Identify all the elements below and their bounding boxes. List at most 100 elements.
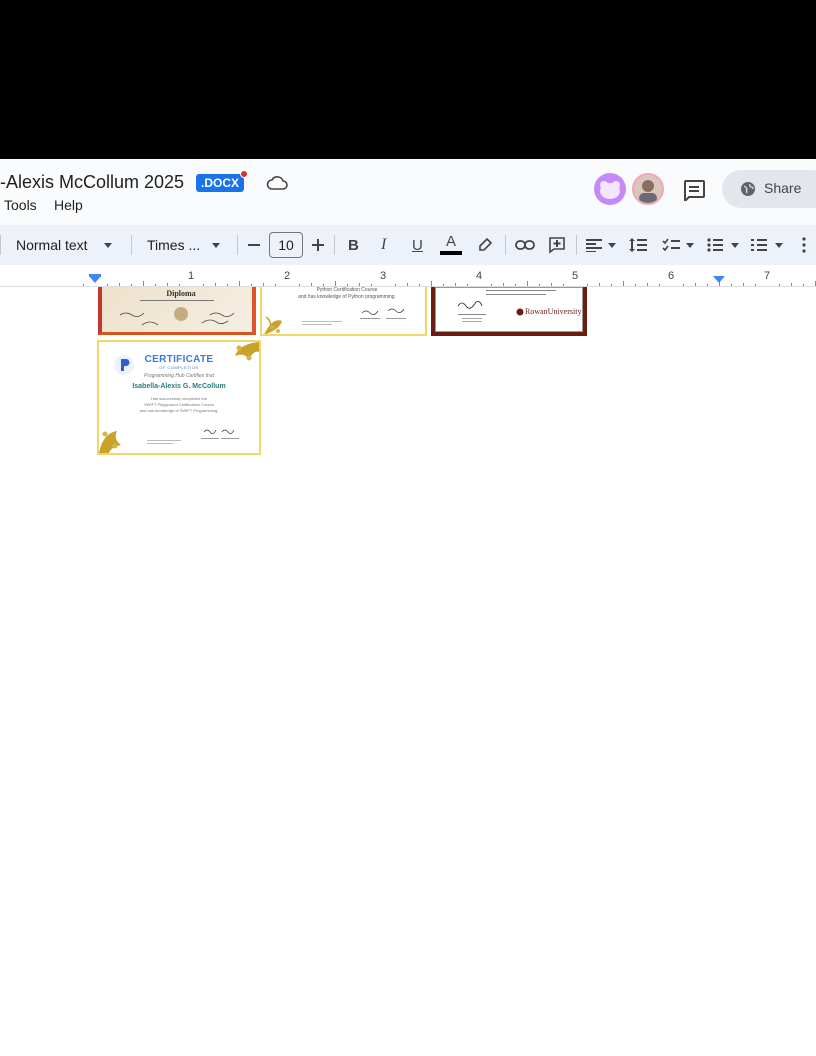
paragraph-style-select[interactable]: Normal text — [16, 225, 120, 265]
line-spacing-icon — [629, 238, 647, 252]
user-avatar[interactable] — [632, 173, 664, 205]
recipient-name: Isabella-Alexis G. McCollum — [132, 383, 226, 390]
ruler-tick — [155, 284, 156, 286]
cat-icon — [600, 181, 620, 199]
share-button[interactable]: Share — [722, 170, 816, 208]
ruler-number: 6 — [668, 270, 675, 282]
ruler-tick — [491, 284, 492, 286]
insert-link-button[interactable] — [515, 225, 535, 265]
bulleted-list-select[interactable] — [707, 225, 739, 265]
more-vert-icon — [802, 237, 806, 253]
globe-icon — [741, 182, 755, 196]
underline-button[interactable]: U — [412, 225, 423, 265]
minus-icon — [248, 244, 260, 246]
certificate-body-line3: and has knowledge of SWIFT Programming. — [139, 408, 219, 413]
chevron-down-icon — [608, 242, 616, 248]
toolbar-divider — [0, 235, 1, 255]
diploma-image[interactable]: Diploma — [98, 287, 256, 335]
ruler-tick — [707, 284, 708, 286]
toolbar-divider — [237, 235, 238, 255]
ruler-tick — [407, 283, 408, 286]
ruler-tick — [203, 284, 204, 286]
left-indent-marker[interactable] — [89, 276, 101, 283]
ruler-tick — [371, 284, 372, 286]
ruler-tick — [275, 284, 276, 286]
ruler-tick — [359, 283, 360, 286]
ruler-tick — [263, 283, 264, 286]
share-label: Share — [764, 180, 802, 196]
chevron-down-icon — [103, 242, 112, 248]
highlight-color-button[interactable] — [477, 225, 493, 265]
toolbar-divider — [505, 235, 506, 255]
toolbar-divider — [334, 235, 335, 255]
document-page[interactable]: Diploma Python Certification Course and … — [0, 287, 816, 1056]
line-spacing-button[interactable] — [629, 225, 647, 265]
collaborator-avatar-animal[interactable] — [594, 173, 626, 205]
ruler-tick — [419, 284, 420, 286]
ruler-tick — [503, 283, 504, 286]
link-icon — [515, 240, 535, 250]
horizontal-ruler[interactable]: 1 2 3 4 5 6 7 — [0, 265, 816, 287]
ruler-number: 3 — [380, 270, 387, 282]
ruler-tick — [647, 283, 648, 286]
menu-tools[interactable]: Tools — [4, 197, 37, 213]
python-certificate-image[interactable]: Python Certification Course and has know… — [260, 287, 427, 336]
first-line-indent-marker[interactable] — [89, 274, 101, 277]
document-title[interactable]: -Alexis McCollum 2025 — [0, 172, 184, 193]
chevron-down-icon — [731, 242, 739, 248]
ruler-tick — [527, 281, 528, 286]
cloud-saved-icon[interactable] — [266, 175, 288, 191]
ruler-tick — [395, 284, 396, 286]
bulleted-list-icon — [707, 238, 723, 252]
increase-font-size-button[interactable] — [311, 225, 325, 265]
ruler-ticks — [83, 274, 816, 286]
ruler-tick — [611, 284, 612, 286]
ruler-tick — [443, 284, 444, 286]
ruler-tick — [227, 284, 228, 286]
right-indent-marker[interactable] — [713, 276, 725, 283]
ruler-tick — [551, 283, 552, 286]
ruler-tick — [311, 283, 312, 286]
ruler-tick — [323, 284, 324, 286]
chevron-down-icon — [212, 242, 221, 248]
ruler-tick — [107, 284, 108, 286]
ruler-number: 2 — [284, 270, 291, 282]
ruler-tick — [83, 284, 84, 286]
ruler-tick — [659, 284, 660, 286]
bold-button[interactable]: B — [348, 225, 359, 265]
ruler-tick — [455, 283, 456, 286]
ruler-tick — [743, 283, 744, 286]
highlighter-icon — [479, 237, 493, 251]
docx-badge[interactable]: .DOCX — [196, 174, 245, 192]
ruler-tick — [239, 281, 240, 286]
menu-help[interactable]: Help — [54, 197, 83, 213]
italic-button[interactable]: I — [381, 225, 386, 265]
certificate-of-completion-image[interactable]: CERTIFICATE OF COMPLETION Programming Hu… — [97, 340, 261, 455]
add-comment-button[interactable] — [548, 225, 566, 265]
decrease-font-size-button[interactable] — [247, 225, 261, 265]
ruler-tick — [347, 284, 348, 286]
title-bar: -Alexis McCollum 2025 .DOCX Tools Help S… — [0, 159, 816, 225]
italic-icon: I — [381, 236, 387, 253]
notification-dot — [240, 170, 248, 178]
text-color-button[interactable]: A — [439, 225, 463, 265]
rowan-certificate-image[interactable]: RowanUniversity — [431, 287, 587, 336]
ruler-tick — [167, 283, 168, 286]
font-family-label: Times ... — [147, 237, 201, 253]
comment-icon[interactable] — [682, 179, 706, 201]
ruler-number: 4 — [476, 270, 483, 282]
font-size-input[interactable]: 10 — [269, 232, 303, 258]
ruler-number: 5 — [572, 270, 579, 282]
ruler-tick — [587, 284, 588, 286]
more-options-button[interactable] — [801, 225, 807, 265]
rowan-logo-icon — [516, 308, 524, 316]
align-select[interactable] — [586, 225, 616, 265]
font-family-select[interactable]: Times ... — [147, 225, 225, 265]
numbered-list-select[interactable] — [751, 225, 783, 265]
ruler-number: 1 — [188, 270, 195, 282]
bold-icon: B — [348, 236, 359, 254]
checklist-select[interactable] — [662, 225, 694, 265]
certificate-subheading: OF COMPLETION — [159, 365, 199, 370]
ruler-tick — [623, 281, 624, 286]
black-region — [0, 0, 816, 159]
